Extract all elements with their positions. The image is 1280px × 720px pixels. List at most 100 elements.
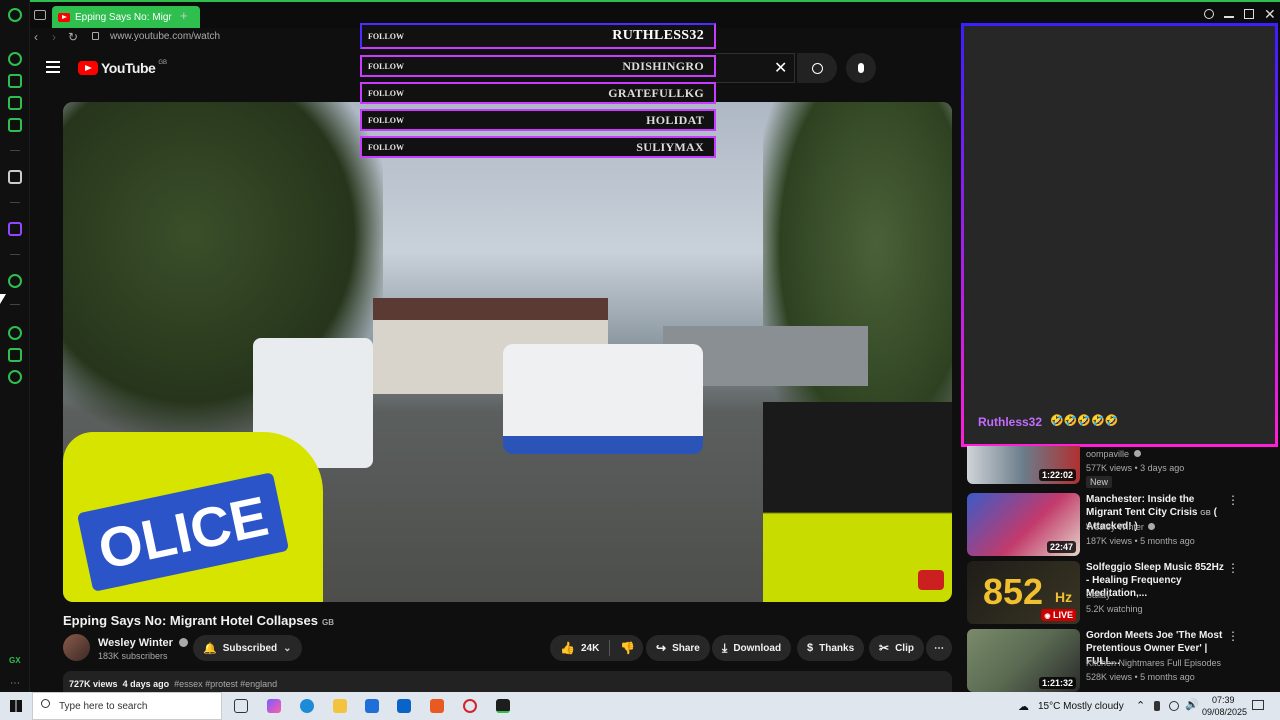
subscribed-button[interactable]: 🔔 Subscribed ⌄ [193,635,302,661]
thumbnail-unit: Hz [1055,589,1073,605]
youtube-logo[interactable]: YouTube GB [78,60,167,76]
copilot-icon[interactable] [267,699,281,713]
store-icon[interactable] [365,699,379,713]
video-title: Epping Says No: Migrant Hotel Collapses … [63,613,334,628]
channel-name-text: Wesley Winter [98,637,173,649]
channel-name[interactable]: Wesley Winter [98,637,188,649]
minimize-icon[interactable] [1224,16,1234,18]
follow-label: FOLLOW [368,31,405,41]
taskbar-date[interactable]: 09/08/2025 [1202,707,1247,717]
chat-emotes: 🤣🤣🤣🤣🤣 [1050,415,1119,427]
messenger-icon[interactable] [8,118,22,132]
tab-search-icon[interactable] [1204,9,1214,19]
settings-icon[interactable] [8,370,22,384]
forward-icon[interactable]: › [52,30,56,44]
task-view-icon[interactable] [234,699,248,713]
duration-badge: 1:22:02 [1038,469,1076,481]
follow-banner-4: FOLLOW HOLIDAT [360,109,716,131]
restore-icon[interactable] [1244,9,1254,19]
follower-name: NDISHINGRO [622,58,704,73]
mouse-cursor [0,294,6,304]
player-icon[interactable] [8,96,22,110]
search-button[interactable] [797,53,837,83]
verified-icon [178,638,188,647]
reload-icon[interactable]: ↻ [68,30,78,44]
twitch-icon[interactable] [8,222,22,236]
recommendation-item[interactable]: 852 Hz ◉ LIVE Solfeggio Sleep Music 852H… [967,561,1267,625]
recommendation-item[interactable]: 22:47 Manchester: Inside the Migrant Ten… [967,493,1267,557]
share-button[interactable]: ↪ Share [646,635,710,661]
sidebar-more-icon[interactable]: ⋯ [10,678,20,689]
channel-avatar[interactable] [63,634,90,661]
volume-icon[interactable]: 🔊 [1185,698,1199,711]
clip-button[interactable]: ✂ Clip [869,635,924,661]
recommendation-thumbnail: 22:47 [967,493,1080,556]
follow-label: FOLLOW [368,115,405,125]
windows-taskbar: Type here to search ☁ 15°C Mostly cloudy… [0,692,1280,720]
bell-icon: 🔔 [203,642,217,655]
download-button[interactable]: ⤓ Download [712,635,792,661]
opera-gx-icon[interactable] [496,699,510,713]
like-button[interactable]: 👍 24K 👎 [550,635,644,661]
hamburger-menu-icon[interactable] [46,61,60,73]
download-icon: ⤓ [722,640,728,655]
gx-control-icon[interactable] [8,52,22,66]
close-window-icon[interactable]: ✕ [1264,6,1276,23]
recommendation-menu-icon[interactable]: ⋮ [1227,629,1239,643]
thanks-button[interactable]: $ Thanks [797,635,865,661]
tab-menu-icon[interactable] [34,10,46,20]
gx-corner-icon[interactable] [8,74,22,88]
upload-age: 4 days ago [122,679,170,689]
hashtags[interactable]: #essex #protest #england [174,679,277,689]
tray-chevron-icon[interactable]: ⌃ [1136,699,1145,712]
thumbs-down-icon[interactable]: 👎 [620,641,635,655]
follow-banner-5: FOLLOW SULIYMAX [360,136,716,158]
share-label: Share [672,642,700,654]
thumbs-up-icon: 👍 [560,641,575,655]
subscriber-count: 183K subscribers [98,651,168,661]
edge-icon[interactable] [300,699,314,713]
microphone-tray-icon[interactable] [1154,701,1160,711]
thanks-icon: $ [807,642,814,654]
chevron-down-icon: ⌄ [283,642,292,654]
scissors-icon: ✂ [879,641,890,655]
notifications-icon[interactable] [1252,700,1264,710]
follower-name: HOLIDAT [646,112,704,127]
gx-label[interactable]: GX [9,656,21,665]
windows-start-icon[interactable] [10,700,22,712]
history-icon[interactable] [8,326,22,340]
brave-icon[interactable] [430,699,444,713]
video-player[interactable]: OLICE [63,102,952,602]
taskbar-time[interactable]: 07:39 [1212,695,1235,705]
more-actions-button[interactable]: ⋯ [926,635,952,661]
url-field[interactable]: www.youtube.com/watch [110,31,220,42]
new-tab-button[interactable]: + [180,8,188,23]
extensions-icon[interactable] [8,348,22,362]
back-icon[interactable]: ‹ [34,30,38,44]
voice-search-button[interactable] [846,53,876,83]
like-divider [609,640,611,656]
verified-icon [1133,450,1141,457]
taskbar-search-box[interactable]: Type here to search [32,692,222,720]
follower-name: SULIYMAX [636,139,704,154]
subscribe-watermark[interactable] [918,570,944,590]
recommendation-meta: 5.2K watching [1086,604,1143,614]
network-icon[interactable] [1169,701,1179,711]
weather-icon[interactable]: ☁ [1018,700,1029,713]
description-box[interactable]: 727K views 4 days ago #essex #protest #e… [63,671,952,692]
file-explorer-icon[interactable] [333,699,347,713]
outlook-icon[interactable] [397,699,411,713]
aria-icon[interactable] [8,170,22,184]
clear-search-icon[interactable]: ✕ [774,58,787,78]
follow-label: FOLLOW [368,61,405,71]
tab-youtube[interactable]: Epping Says No: Migr [52,6,200,28]
play-circle-icon[interactable] [8,274,22,288]
recommendation-menu-icon[interactable]: ⋮ [1227,493,1239,507]
stream-chat-overlay: Ruthless32 🤣🤣🤣🤣🤣 [961,23,1278,447]
recommendation-channel: Kitchen Nightmares Full Episodes [1086,658,1222,668]
weather-text[interactable]: 15°C Mostly cloudy [1038,701,1124,712]
opera-gx-logo-icon[interactable] [8,8,22,22]
opera-icon[interactable] [463,699,477,713]
recommendation-item[interactable]: 1:21:32 Gordon Meets Joe 'The Most Prete… [967,629,1267,693]
recommendation-menu-icon[interactable]: ⋮ [1227,561,1239,575]
